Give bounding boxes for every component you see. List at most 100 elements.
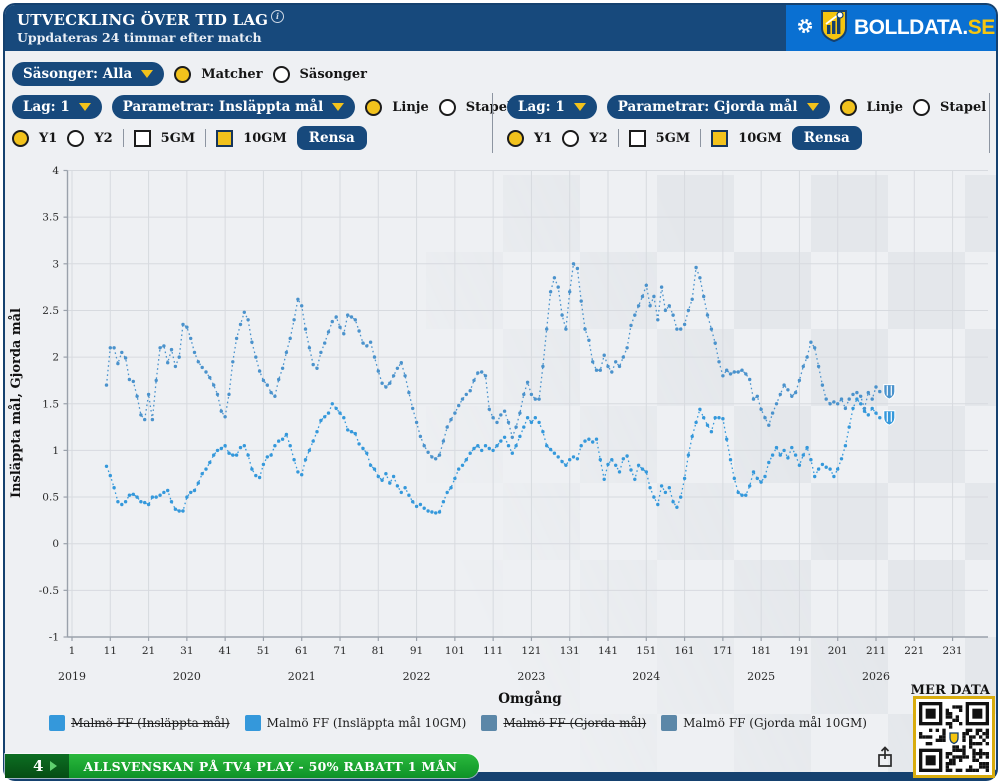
legend-item-gjorda-10gm[interactable]: Malmö FF (Gjorda mål 10GM) xyxy=(661,715,867,731)
panel2-checkbox-5gm-label[interactable]: 5GM xyxy=(656,131,691,146)
radio-matcher-label[interactable]: Matcher xyxy=(201,67,262,82)
divider xyxy=(617,129,619,147)
panel2-radio-y2-label[interactable]: Y2 xyxy=(589,131,607,146)
chart-legend: Malmö FF (Insläppta mål) Malmö FF (Inslä… xyxy=(49,715,867,731)
svg-text:2: 2 xyxy=(52,352,59,364)
svg-text:91: 91 xyxy=(410,645,423,657)
bolldata-widget: UTVECKLING ÖVER TID LAG i Uppdateras 24 t… xyxy=(0,0,1001,782)
panel2-radio-y1-label[interactable]: Y1 xyxy=(534,131,552,146)
svg-text:181: 181 xyxy=(751,645,771,657)
legend-swatch xyxy=(661,715,678,731)
radio-matcher[interactable] xyxy=(174,65,192,83)
panel1-row1: Lag: 1 Parametrar: Insläppta mål Linje S… xyxy=(12,93,523,121)
svg-text:131: 131 xyxy=(560,645,580,657)
panel1-radio-y2-label[interactable]: Y2 xyxy=(94,131,112,146)
svg-text:2023: 2023 xyxy=(517,670,545,683)
divider xyxy=(122,129,124,147)
legend-item-inslappta-10gm[interactable]: Malmö FF (Insläppta mål 10GM) xyxy=(244,715,466,731)
season-filter-row: Säsonger: Alla Matcher Säsonger xyxy=(12,60,367,88)
svg-text:2022: 2022 xyxy=(403,670,431,683)
legend-swatch xyxy=(244,715,261,731)
panel2-team-dropdown[interactable]: Lag: 1 xyxy=(507,95,597,119)
svg-text:3: 3 xyxy=(52,258,59,270)
svg-text:21: 21 xyxy=(142,645,155,657)
ticker-text: ALLSVENSKAN PÅ TV4 PLAY - 50% RABATT 1 M… xyxy=(69,754,480,778)
panel2-row1: Lag: 1 Parametrar: Gjorda mål Linje Stap… xyxy=(507,93,997,121)
main-card: UTVECKLING ÖVER TID LAG i Uppdateras 24 t… xyxy=(3,3,998,781)
panel1-radio-stapel[interactable] xyxy=(438,98,456,116)
panel1-checkbox-10gm[interactable] xyxy=(216,129,234,147)
radio-sasonger-label[interactable]: Säsonger xyxy=(300,67,367,82)
panel1-radio-linje-label[interactable]: Linje xyxy=(392,100,429,115)
svg-text:1: 1 xyxy=(52,445,59,457)
team-crest-icon xyxy=(883,410,896,426)
panel2-rensa-button[interactable]: Rensa xyxy=(791,126,862,150)
page-title: UTVECKLING ÖVER TID LAG i xyxy=(17,10,285,29)
panel2-checkbox-5gm[interactable] xyxy=(628,129,646,147)
svg-text:1: 1 xyxy=(69,645,76,657)
panel1-radio-y2[interactable] xyxy=(67,129,85,147)
panel1-radio-linje[interactable] xyxy=(365,98,383,116)
svg-text:111: 111 xyxy=(483,645,503,657)
panel1-rensa-button[interactable]: Rensa xyxy=(296,126,367,150)
svg-text:-0.5: -0.5 xyxy=(39,585,59,597)
header-bar: UTVECKLING ÖVER TID LAG i Uppdateras 24 t… xyxy=(5,5,996,51)
svg-text:101: 101 xyxy=(445,645,465,657)
season-dropdown[interactable]: Säsonger: Alla xyxy=(12,62,165,86)
svg-text:11: 11 xyxy=(104,645,117,657)
svg-text:211: 211 xyxy=(866,645,886,657)
panel2-radio-linje[interactable] xyxy=(839,98,857,116)
panel2-row2: Y1 Y2 5GM 10GM Rensa xyxy=(507,124,862,152)
svg-text:Omgång: Omgång xyxy=(498,691,562,707)
panel1-team-dropdown[interactable]: Lag: 1 xyxy=(12,95,102,119)
svg-text:71: 71 xyxy=(333,645,346,657)
panel2-radio-y2[interactable] xyxy=(562,129,580,147)
panel2-radio-linje-label[interactable]: Linje xyxy=(867,100,904,115)
line-chart: -1-0.500.511.522.533.541 11 21 31 41 51 61 71 81… xyxy=(8,165,988,707)
share-icon[interactable] xyxy=(876,746,894,772)
brand-wordmark: BOLLDATA.SE xyxy=(854,16,995,39)
panel2-checkbox-10gm-label[interactable]: 10GM xyxy=(738,131,782,146)
panel1-checkbox-10gm-label[interactable]: 10GM xyxy=(243,131,287,146)
svg-text:0.5: 0.5 xyxy=(42,492,59,504)
svg-text:2024: 2024 xyxy=(632,670,660,683)
svg-text:191: 191 xyxy=(789,645,809,657)
panel2-radio-stapel-label[interactable]: Stapel xyxy=(940,100,986,115)
panel1-radio-stapel-label[interactable]: Stapel xyxy=(466,100,512,115)
svg-text:-1: -1 xyxy=(49,632,59,644)
info-icon[interactable]: i xyxy=(271,10,285,23)
panel2-checkbox-10gm[interactable] xyxy=(711,129,729,147)
legend-item-inslappta[interactable]: Malmö FF (Insläppta mål) xyxy=(49,715,230,731)
divider xyxy=(996,98,997,116)
qr-code[interactable] xyxy=(913,696,995,778)
panel2-radio-stapel[interactable] xyxy=(913,98,931,116)
panel2-radio-y1[interactable] xyxy=(507,129,524,147)
legend-item-gjorda[interactable]: Malmö FF (Gjorda mål) xyxy=(481,715,646,731)
panel1-radio-y1-label[interactable]: Y1 xyxy=(39,131,57,146)
svg-text:Insläppta mål, Gjorda mål: Insläppta mål, Gjorda mål xyxy=(8,308,24,498)
radio-sasonger[interactable] xyxy=(272,65,290,83)
play-icon xyxy=(50,761,58,771)
chevron-down-icon xyxy=(141,70,154,78)
chevron-down-icon xyxy=(806,103,819,111)
panel1-checkbox-5gm[interactable] xyxy=(133,129,151,147)
page-subtitle: Uppdateras 24 timmar efter match xyxy=(17,30,262,45)
svg-text:31: 31 xyxy=(180,645,193,657)
svg-text:41: 41 xyxy=(218,645,231,657)
panel1-parameter-dropdown[interactable]: Parametrar: Insläppta mål xyxy=(111,95,356,119)
panel-divider xyxy=(492,93,493,153)
gear-icon[interactable] xyxy=(796,17,814,39)
panel1-checkbox-5gm-label[interactable]: 5GM xyxy=(161,131,196,146)
brand-area[interactable]: BOLLDATA.SE xyxy=(786,5,996,51)
ad-ticker[interactable]: 4 ALLSVENSKAN PÅ TV4 PLAY - 50% RABATT 1… xyxy=(5,754,480,778)
svg-text:81: 81 xyxy=(372,645,385,657)
svg-text:221: 221 xyxy=(904,645,924,657)
chevron-down-icon xyxy=(78,103,91,111)
svg-text:171: 171 xyxy=(713,645,733,657)
panel1-radio-y1[interactable] xyxy=(12,129,29,147)
legend-swatch xyxy=(49,715,65,731)
panel2-parameter-dropdown[interactable]: Parametrar: Gjorda mål xyxy=(606,95,830,119)
svg-text:2020: 2020 xyxy=(173,670,201,683)
chevron-down-icon xyxy=(573,103,586,111)
svg-text:3.5: 3.5 xyxy=(42,212,59,224)
